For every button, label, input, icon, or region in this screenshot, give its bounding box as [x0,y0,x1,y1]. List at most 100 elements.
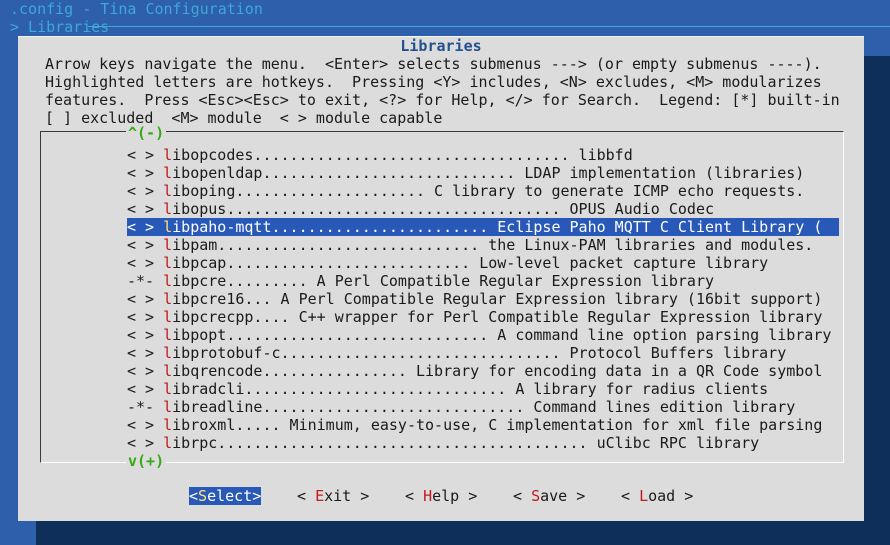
item-label: ibprotobuf-c............................… [172,344,787,362]
item-label: ibpcre......... A Perl Compatible Regula… [172,272,715,290]
item-hotkey: l [163,254,173,272]
item-hotkey: l [163,362,173,380]
menu-item-libpopt[interactable]: < > libpopt.............................… [127,326,839,344]
button-bracket: < [189,487,199,505]
scroll-up-indicator[interactable]: ^(-) [126,124,167,142]
save-button[interactable]: < Save > [513,487,585,505]
item-hotkey: l [163,164,173,182]
dialog-title: Libraries [400,37,482,55]
button-hotkey: S [198,487,208,505]
help-button[interactable]: < Help > [405,487,477,505]
item-label: iboping..................... C library t… [172,182,805,200]
button-hotkey: S [531,487,541,505]
button-hotkey: L [639,487,649,505]
menu-item-libpaho-mqtt[interactable]: < > libpaho-mqtt........................… [127,218,839,236]
config-path: .config - Tina Configuration [10,0,263,18]
item-state: < > [127,218,155,236]
item-label: ibradcli............................. A … [172,380,769,398]
menu-item-libopenldap[interactable]: < > libopenldap.........................… [127,164,839,182]
item-hotkey: l [163,290,173,308]
item-hotkey: l [163,344,173,362]
item-label: ibreadline............................. … [172,398,796,416]
button-bracket: < [297,487,316,505]
item-hotkey: l [163,182,173,200]
item-hotkey: l [163,398,173,416]
menu-item-libpam[interactable]: < > libpam............................. … [127,236,839,254]
item-label: ibroxml..... Minimum, easy-to-use, C imp… [172,416,823,434]
item-hotkey: l [163,200,173,218]
item-hotkey: l [163,326,173,344]
menu-item-libpcre[interactable]: -*- libpcre......... A Perl Compatible R… [127,272,839,290]
breadcrumb: > Libraries [10,18,110,36]
item-label: ibrpc...................................… [172,434,760,452]
item-hotkey: l [163,146,173,164]
item-label: ibpcap........................... Low-le… [172,254,769,272]
item-label: ibqrencode................ Library for e… [172,362,823,380]
menu-item-libroxml[interactable]: < > libroxml..... Minimum, easy-to-use, … [127,416,839,434]
menu-item-libopus[interactable]: < > libopus.............................… [127,200,839,218]
help-line: Highlighted letters are hotkeys. Pressin… [45,73,822,91]
button-label: elp > [432,487,478,505]
button-label: ave > [540,487,586,505]
item-state: < > [127,164,155,182]
button-label: elect> [207,487,262,505]
menu-item-libprotobuf-c[interactable]: < > libprotobuf-c.......................… [127,344,839,362]
item-hotkey: l [163,218,173,236]
item-label: ibpcre16... A Perl Compatible Regular Ex… [172,290,823,308]
item-hotkey: l [163,236,173,254]
item-state: < > [127,326,155,344]
menu-item-liboping[interactable]: < > liboping..................... C libr… [127,182,839,200]
button-bracket: < [513,487,532,505]
item-label: ibpaho-mqtt........................ Ecli… [172,218,823,236]
menu-item-libpcap[interactable]: < > libpcap........................... L… [127,254,839,272]
item-label: ibopcodes...............................… [172,146,633,164]
exit-button[interactable]: < Exit > [297,487,369,505]
item-state: < > [127,254,155,272]
item-state: < > [127,380,155,398]
select-button[interactable]: <Select> [189,487,262,505]
help-line: features. Press <Esc><Esc> to exit, <?> … [45,91,840,109]
item-label: ibopus..................................… [172,200,715,218]
item-state: < > [127,362,155,380]
scroll-down-indicator[interactable]: v(+) [126,452,167,470]
item-state: < > [127,182,155,200]
item-state: -*- [127,398,155,416]
menu-items: < > libopcodes..........................… [127,146,839,452]
button-bar: <Select> < Exit > < Help > < Save > < Lo… [18,487,864,505]
button-bracket: < [621,487,640,505]
item-state: < > [127,236,155,254]
item-hotkey: l [163,416,173,434]
item-state: < > [127,416,155,434]
menu-item-libreadline[interactable]: -*- libreadline.........................… [127,398,839,416]
button-hotkey: E [315,487,325,505]
help-text: Arrow keys navigate the menu. <Enter> se… [45,55,840,127]
libraries-dialog: Libraries Arrow keys navigate the menu. … [18,36,864,521]
item-state: < > [127,200,155,218]
item-hotkey: l [163,308,173,326]
item-label: ibopenldap............................ L… [172,164,805,182]
button-label: oad > [648,487,694,505]
button-label: xit > [324,487,370,505]
item-label: ibpcrecpp.... C++ wrapper for Perl Compa… [172,308,823,326]
menu-item-libqrencode[interactable]: < > libqrencode................ Library … [127,362,839,380]
item-label: ibpam............................. the L… [172,236,814,254]
menu-list[interactable]: ^(-) < > libopcodes.....................… [40,124,844,470]
title-rule [88,26,890,27]
item-hotkey: l [163,272,173,290]
item-state: < > [127,290,155,308]
menu-item-libpcre16[interactable]: < > libpcre16... A Perl Compatible Regul… [127,290,839,308]
item-hotkey: l [163,380,173,398]
item-state: < > [127,308,155,326]
menu-item-libopcodes[interactable]: < > libopcodes..........................… [127,146,839,164]
help-line: Arrow keys navigate the menu. <Enter> se… [45,55,822,73]
terminal-window: { "window": { "breadcrumb_path": ".confi… [0,0,890,545]
item-state: < > [127,434,155,452]
title-bar: .config - Tina Configuration > Libraries [0,0,890,36]
load-button[interactable]: < Load > [621,487,693,505]
item-state: < > [127,344,155,362]
item-hotkey: l [163,434,173,452]
menu-item-libpcrecpp[interactable]: < > libpcrecpp.... C++ wrapper for Perl … [127,308,839,326]
menu-item-librpc[interactable]: < > librpc..............................… [127,434,839,452]
button-bracket: < [405,487,424,505]
menu-item-libradcli[interactable]: < > libradcli...........................… [127,380,839,398]
